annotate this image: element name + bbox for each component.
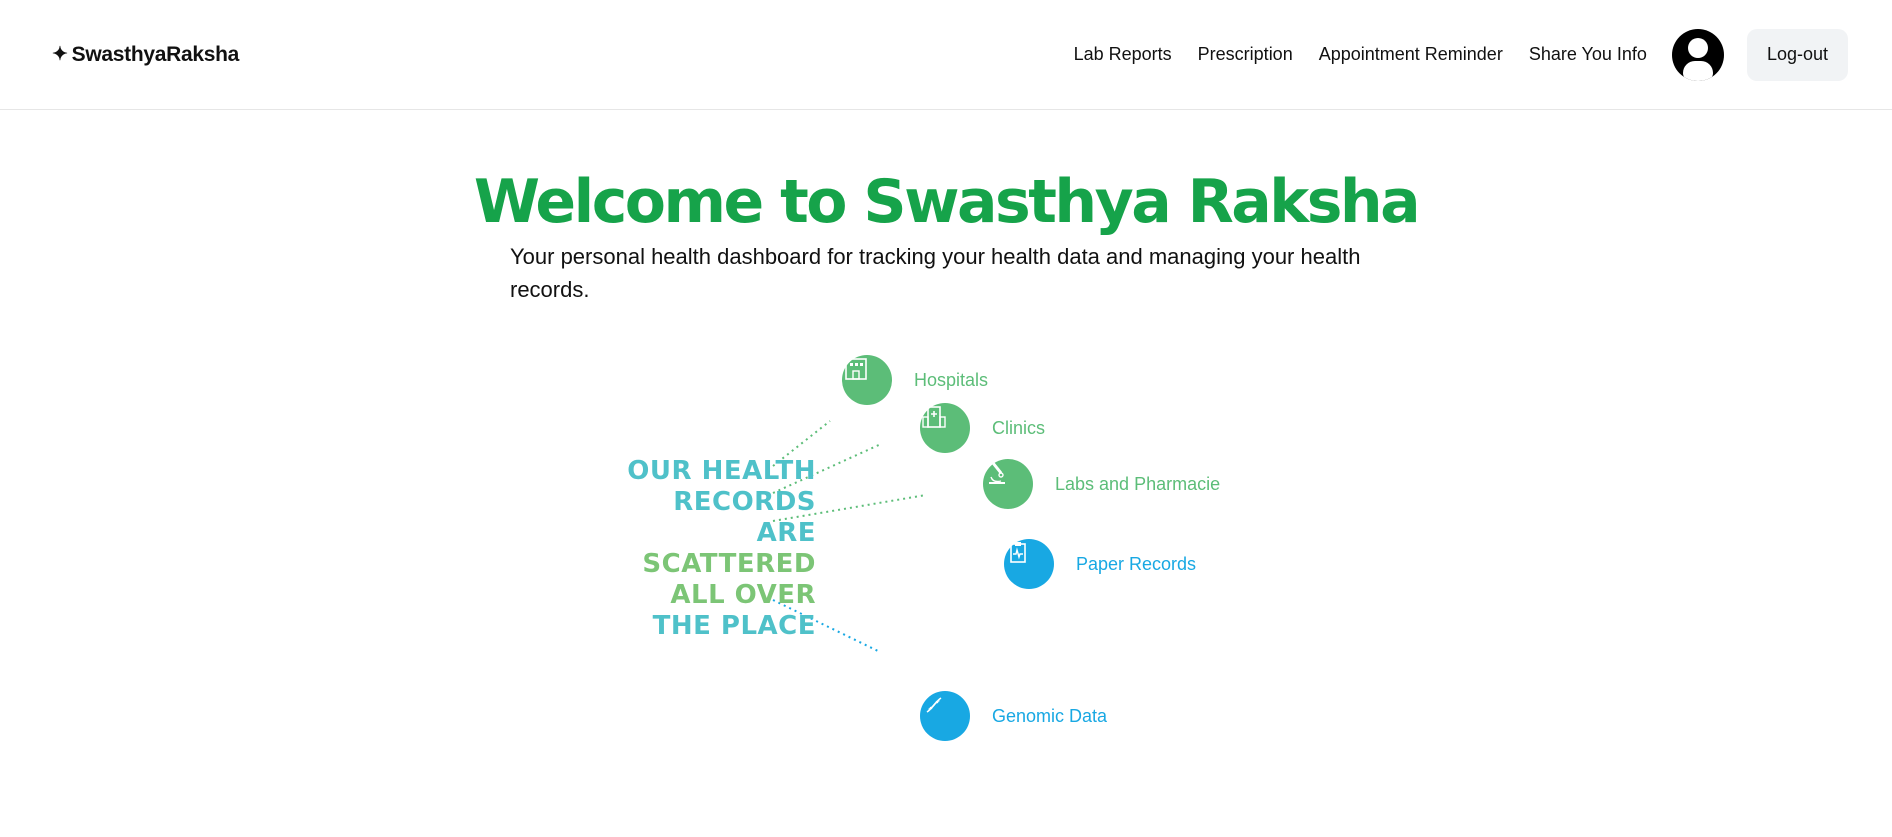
- nav-link-appointment-reminder[interactable]: Appointment Reminder: [1319, 44, 1503, 65]
- nav-link-prescription[interactable]: Prescription: [1198, 44, 1293, 65]
- node-label: Hospitals: [914, 369, 989, 390]
- logout-button[interactable]: Log-out: [1746, 28, 1848, 81]
- node-label: Genomic Data: [992, 705, 1108, 726]
- user-avatar-icon[interactable]: [1671, 28, 1724, 81]
- scattered-line: THE PLACE: [652, 611, 816, 641]
- node-label: Clinics: [992, 417, 1046, 438]
- scattered-line: ARE: [756, 518, 816, 548]
- node-hospitals: Hospitals: [842, 355, 988, 405]
- scattered-line: ALL OVER: [670, 580, 816, 610]
- node-labs-pharmacies: Labs and Pharmacie: [983, 459, 1220, 509]
- node-paper-records: Paper Records: [1004, 539, 1196, 589]
- page-title: Welcome to Swasthya Raksha: [473, 167, 1421, 237]
- clipboard-icon: [1004, 539, 1054, 589]
- navbar: ✦ SwasthyaRaksha Lab Reports Prescriptio…: [0, 0, 1892, 110]
- brand-logo[interactable]: ✦ SwasthyaRaksha: [52, 43, 239, 67]
- scattered-records-text: OUR HEALTH RECORDS ARE SCATTERED ALL OVE…: [627, 456, 816, 642]
- microscope-icon: [983, 459, 1033, 509]
- hero-section: Welcome to Swasthya Raksha Your personal…: [0, 172, 1892, 306]
- sparkle-icon: ✦: [52, 44, 68, 65]
- brand-name: SwasthyaRaksha: [71, 42, 240, 66]
- nav-link-share-info[interactable]: Share You Info: [1529, 44, 1647, 65]
- scattered-line: OUR HEALTH: [627, 456, 816, 486]
- node-label: Labs and Pharmacie: [1055, 473, 1221, 494]
- scattered-records-illustration: OUR HEALTH RECORDS ARE SCATTERED ALL OVE…: [610, 328, 1290, 788]
- scattered-line: SCATTERED: [642, 549, 816, 579]
- main-content: Welcome to Swasthya Raksha Your personal…: [0, 172, 1892, 788]
- page-subtitle: Your personal health dashboard for track…: [510, 244, 1361, 302]
- nav-link-lab-reports[interactable]: Lab Reports: [1074, 44, 1172, 65]
- scattered-line: RECORDS: [673, 487, 816, 517]
- node-label: Paper Records: [1076, 553, 1197, 574]
- nav-right: Lab Reports Prescription Appointment Rem…: [1074, 28, 1848, 81]
- hospital-icon: [842, 355, 892, 405]
- node-clinics: Clinics: [920, 403, 1045, 453]
- dna-icon: [920, 691, 970, 741]
- node-genomic-data: Genomic Data: [920, 691, 1107, 741]
- clinic-icon: [920, 403, 970, 453]
- nav-links: Lab Reports Prescription Appointment Rem…: [1074, 44, 1647, 65]
